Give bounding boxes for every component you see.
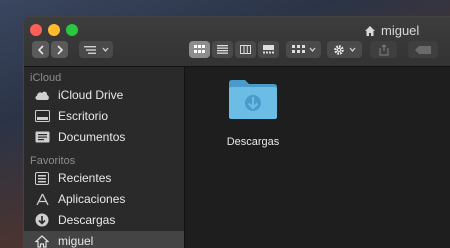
content-area: Descargas bbox=[185, 67, 450, 248]
group-grid-icon bbox=[291, 45, 305, 53]
group-dropdown-button[interactable] bbox=[286, 41, 321, 58]
titlebar: miguel bbox=[24, 17, 450, 67]
path-dropdown-button[interactable] bbox=[79, 41, 113, 58]
sidebar-item-label: miguel bbox=[58, 234, 94, 248]
sidebar-item-recientes[interactable]: Recientes bbox=[34, 168, 184, 188]
recents-icon bbox=[34, 170, 50, 186]
home-icon bbox=[365, 25, 375, 36]
columns-icon bbox=[240, 45, 251, 54]
forward-button[interactable] bbox=[51, 41, 68, 58]
cloud-icon bbox=[34, 87, 50, 103]
window-title-text: miguel bbox=[381, 23, 420, 38]
sidebar-item-escritorio[interactable]: Escritorio bbox=[34, 106, 184, 126]
applications-icon bbox=[34, 191, 50, 207]
downloads-folder-icon bbox=[229, 80, 277, 119]
sidebar-item-documentos[interactable]: Documentos bbox=[34, 127, 184, 147]
list-icon bbox=[217, 45, 228, 54]
grid-icon bbox=[194, 45, 205, 53]
sidebar-item-label: Aplicaciones bbox=[58, 192, 126, 206]
share-icon bbox=[378, 43, 389, 56]
action-dropdown-button[interactable] bbox=[327, 41, 362, 58]
sidebar-item-miguel[interactable]: miguel bbox=[24, 231, 184, 248]
folder-item-descargas[interactable]: Descargas bbox=[215, 77, 291, 148]
chevron-left-icon bbox=[37, 44, 44, 55]
view-columns-button[interactable] bbox=[235, 41, 256, 58]
view-gallery-button[interactable] bbox=[258, 41, 279, 58]
folder-label: Descargas bbox=[226, 136, 280, 148]
chevron-down-icon bbox=[102, 47, 108, 52]
finder-window: miguel iCloud iCloud Drive Escritorio Do… bbox=[24, 17, 450, 248]
document-icon bbox=[34, 129, 50, 145]
gallery-icon bbox=[263, 45, 274, 54]
chevron-down-icon bbox=[309, 47, 315, 52]
zoom-window-button[interactable] bbox=[66, 24, 78, 36]
sidebar: iCloud iCloud Drive Escritorio Documento… bbox=[24, 67, 185, 248]
chevron-right-icon bbox=[56, 44, 63, 55]
tag-icon bbox=[415, 45, 431, 54]
close-window-button[interactable] bbox=[30, 24, 42, 36]
back-button[interactable] bbox=[32, 41, 49, 58]
sidebar-item-label: Escritorio bbox=[58, 109, 109, 123]
gear-icon bbox=[334, 44, 344, 55]
chevron-down-icon bbox=[349, 47, 356, 52]
desktop-icon bbox=[34, 108, 50, 124]
sidebar-section-icloud: iCloud bbox=[30, 72, 62, 84]
tag-button[interactable] bbox=[408, 41, 438, 58]
home-icon bbox=[34, 233, 50, 248]
sidebar-section-favoritos: Favoritos bbox=[30, 155, 76, 167]
sidebar-item-label: iCloud Drive bbox=[58, 88, 124, 102]
view-list-button[interactable] bbox=[212, 41, 233, 58]
share-button[interactable] bbox=[370, 41, 397, 58]
path-list-icon bbox=[83, 45, 96, 54]
minimize-window-button[interactable] bbox=[48, 24, 60, 36]
sidebar-item-icloud-drive[interactable]: iCloud Drive bbox=[34, 85, 184, 105]
sidebar-item-label: Recientes bbox=[58, 171, 112, 185]
window-title: miguel bbox=[364, 23, 419, 38]
sidebar-item-label: Descargas bbox=[58, 213, 116, 227]
view-icons-button[interactable] bbox=[189, 41, 210, 58]
downloads-icon bbox=[34, 212, 50, 228]
sidebar-item-descargas[interactable]: Descargas bbox=[34, 210, 184, 230]
sidebar-item-aplicaciones[interactable]: Aplicaciones bbox=[34, 189, 184, 209]
sidebar-item-label: Documentos bbox=[58, 130, 126, 144]
